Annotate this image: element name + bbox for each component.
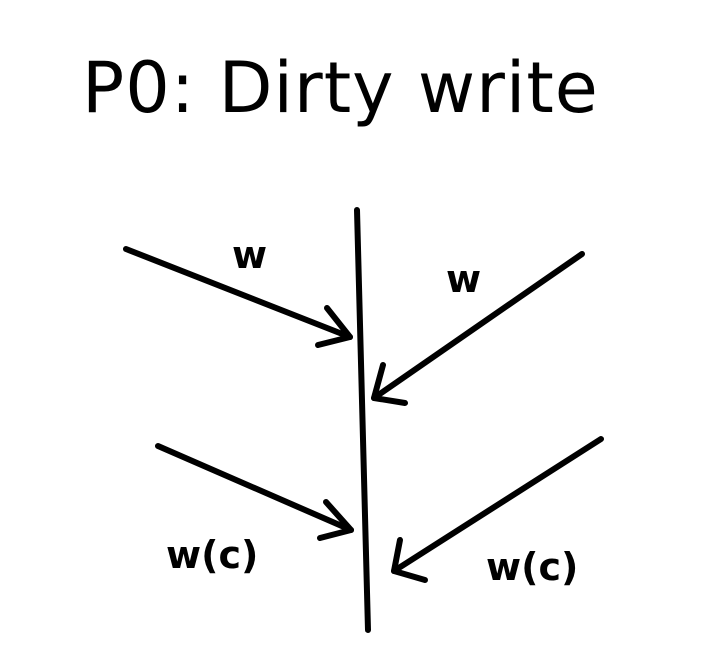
top-right-label: w	[446, 257, 481, 301]
bottom-left-arrow-shaft	[155, 443, 354, 533]
diagram-title: P0: Dirty write	[82, 47, 599, 129]
bottom-left-commit-arrow	[155, 443, 354, 541]
object-timeline-line	[354, 207, 371, 633]
bottom-right-label: w(c)	[486, 545, 578, 589]
bottom-left-label: w(c)	[166, 533, 258, 577]
top-left-label: w	[232, 233, 267, 277]
diagram-canvas: P0: Dirty write w w w(c) w(c)	[82, 47, 604, 633]
